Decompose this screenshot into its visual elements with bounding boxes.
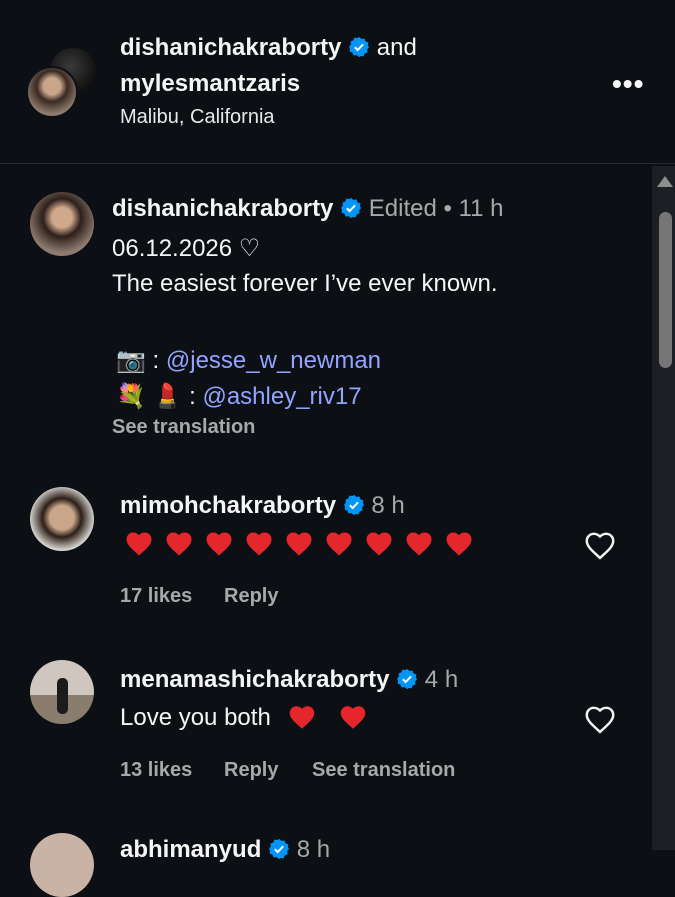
red-heart-emoji-icon	[406, 532, 432, 556]
comment-avatar[interactable]	[30, 487, 94, 551]
comment-likes[interactable]: 17 likes	[120, 585, 192, 608]
photo-credit: 📷 : @jesse_w_newman	[116, 346, 381, 375]
collab-avatars[interactable]	[26, 46, 98, 118]
caption-header: dishanichakraborty Edited • 11 h	[112, 195, 504, 223]
photographer-mention[interactable]: @jesse_w_newman	[166, 347, 381, 374]
red-heart-emoji-icon	[290, 706, 315, 729]
caption-username[interactable]: dishanichakraborty	[112, 195, 333, 222]
comment-header: abhimanyud 8 h	[120, 836, 330, 864]
red-heart-emoji-icon	[340, 706, 366, 729]
red-heart-emoji-icon	[206, 532, 232, 556]
post-header: dishanichakraborty and mylesmantzaris Ma…	[0, 0, 675, 164]
caption-see-translation[interactable]: See translation	[112, 416, 255, 439]
mua-credit: 💐 💄 : @ashley_riv17	[116, 382, 362, 411]
like-comment-heart-icon[interactable]	[583, 530, 617, 560]
comment-avatar[interactable]	[30, 833, 94, 897]
comment-body: Love you both	[120, 703, 368, 732]
post-location[interactable]: Malibu, California	[120, 106, 275, 129]
caption-date: 06.12.2026 ♡	[112, 235, 261, 262]
caption-timestamp[interactable]: 11 h	[459, 195, 504, 222]
reply-button[interactable]: Reply	[224, 759, 278, 782]
red-heart-emoji-icon	[366, 532, 392, 556]
header-username-1[interactable]: dishanichakraborty	[120, 34, 341, 61]
edited-label: Edited	[368, 195, 437, 222]
comment-header: mimohchakraborty 8 h	[120, 492, 405, 520]
red-heart-emoji-icon	[126, 532, 152, 556]
comment-header: menamashichakraborty 4 h	[120, 666, 458, 694]
comment-timestamp[interactable]: 8 h	[371, 492, 404, 519]
camera-icon: 📷 :	[116, 347, 160, 374]
verified-badge-icon	[397, 668, 418, 690]
caption-text: The easiest forever I’ve ever known.	[112, 270, 498, 297]
verified-badge-icon	[268, 838, 290, 860]
verified-badge-icon	[343, 494, 364, 516]
red-heart-emoji-icon	[446, 532, 472, 556]
header-username-2[interactable]: mylesmantzaris	[120, 66, 417, 102]
verified-badge-icon	[340, 197, 362, 219]
avatar-dishanichakraborty[interactable]	[26, 66, 78, 118]
comment-heart-emojis	[124, 529, 484, 559]
scroll-up-arrow-icon[interactable]	[657, 176, 673, 187]
red-heart-emoji-icon	[286, 532, 312, 556]
comment-see-translation[interactable]: See translation	[312, 759, 455, 782]
comment-likes[interactable]: 13 likes	[120, 759, 192, 782]
more-horizontal-icon[interactable]: •••	[612, 68, 644, 100]
verified-badge-icon	[348, 36, 370, 58]
red-heart-emoji-icon	[326, 532, 352, 556]
collab-usernames: dishanichakraborty and mylesmantzaris	[120, 30, 417, 102]
comment-text: Love you both	[120, 704, 271, 731]
mua-mention[interactable]: @ashley_riv17	[202, 383, 361, 410]
comment-avatar[interactable]	[30, 660, 94, 724]
red-heart-emoji-icon	[246, 532, 272, 556]
reply-button[interactable]: Reply	[224, 585, 278, 608]
bouquet-lipstick-icon: 💐 💄 :	[116, 383, 196, 410]
caption-avatar[interactable]	[30, 192, 94, 256]
meta-separator: •	[443, 195, 452, 222]
comment-timestamp[interactable]: 4 h	[425, 666, 458, 693]
and-text: and	[376, 34, 417, 61]
like-comment-heart-icon[interactable]	[583, 704, 617, 734]
comment-username[interactable]: menamashichakraborty	[120, 666, 389, 693]
scrollbar-thumb[interactable]	[659, 212, 672, 368]
comment-username[interactable]: mimohchakraborty	[120, 492, 336, 519]
red-heart-emoji-icon	[166, 532, 192, 556]
